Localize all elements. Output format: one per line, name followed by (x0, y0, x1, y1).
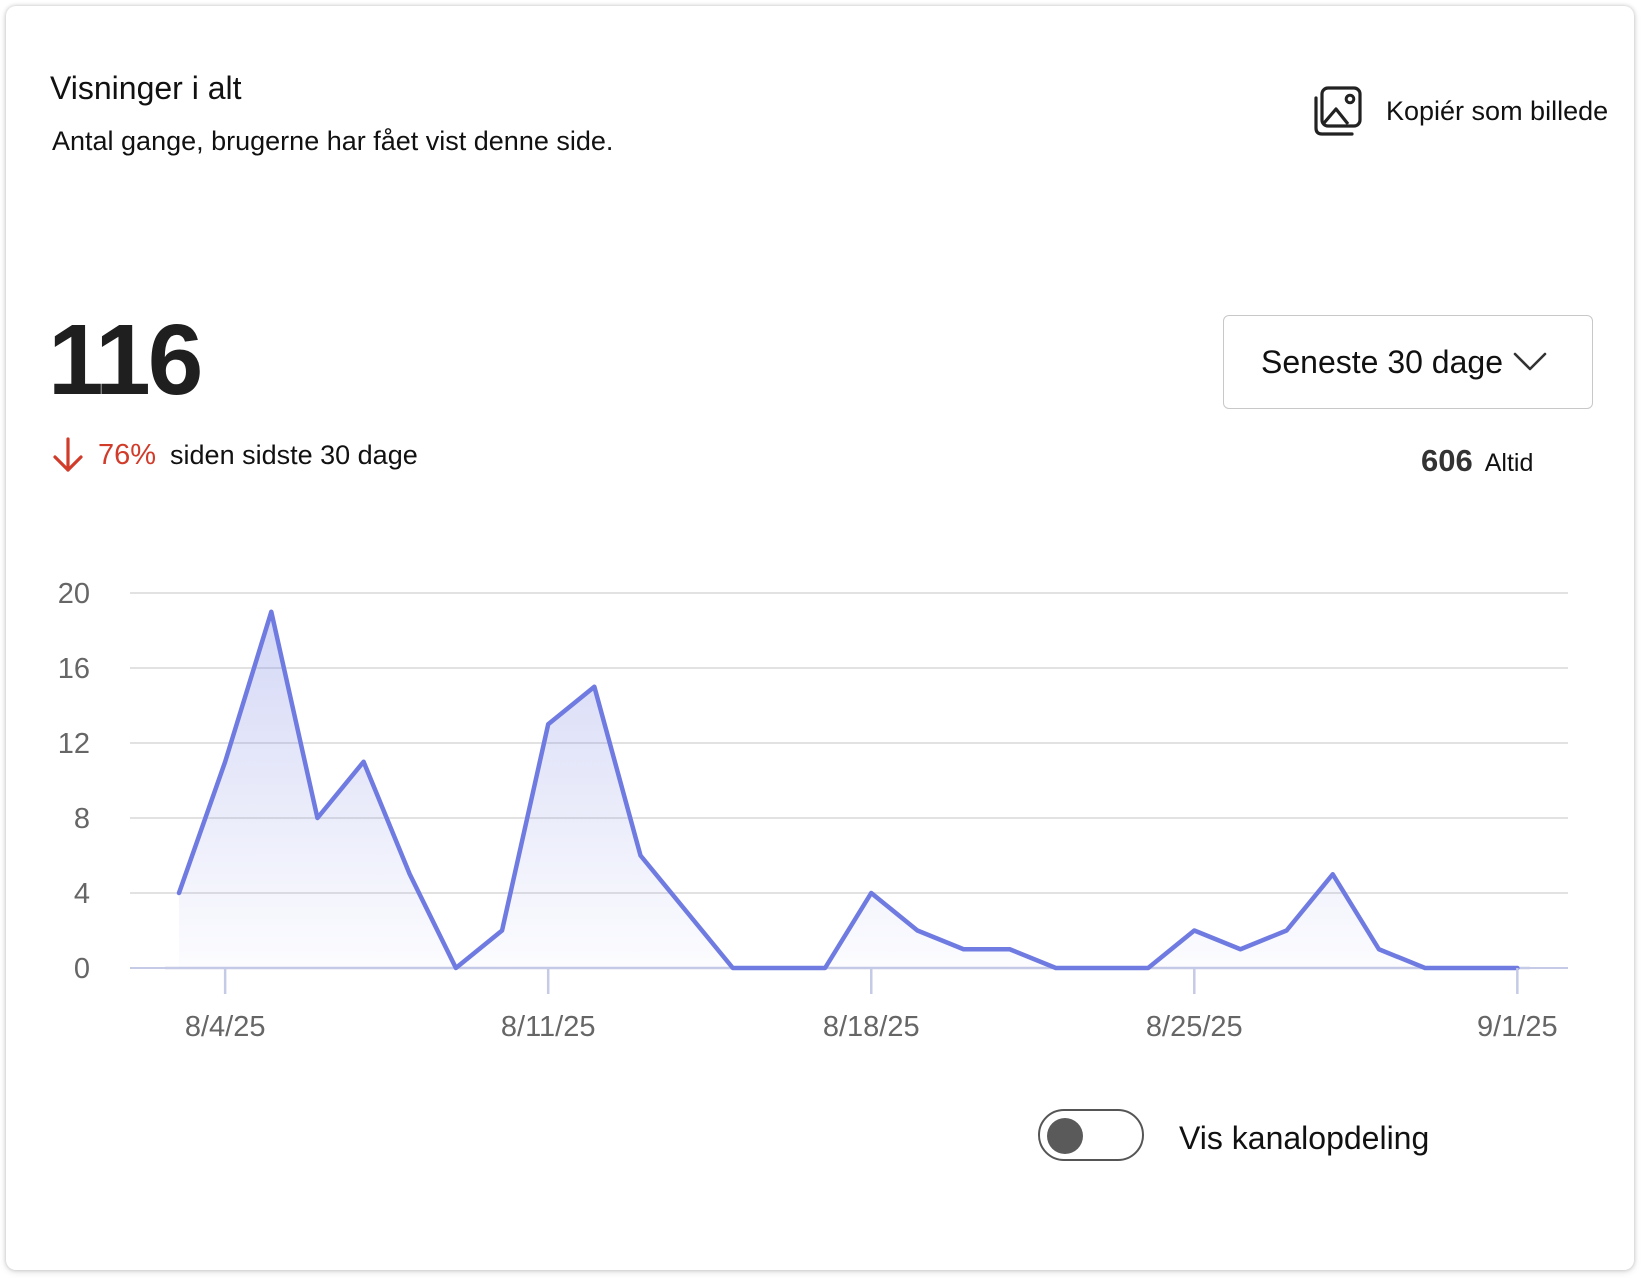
x-tick-label: 9/1/25 (1477, 1011, 1558, 1043)
y-tick-label: 0 (74, 953, 90, 985)
channel-breakdown-label: Vis kanalopdeling (1179, 1120, 1430, 1156)
channel-breakdown-toggle[interactable] (1038, 1109, 1144, 1161)
toggle-knob (1047, 1118, 1083, 1154)
y-tick-label: 4 (74, 878, 90, 910)
x-tick-label: 8/18/25 (823, 1011, 920, 1043)
y-tick-label: 20 (58, 578, 90, 610)
y-tick-label: 16 (58, 653, 90, 685)
views-line-chart: 0 4 8 12 16 20 8/4/25 8/11/25 8/18/25 8/25/25 9/1… (58, 578, 1568, 1043)
x-tick-label: 8/25/25 (1146, 1011, 1243, 1043)
y-tick-label: 12 (58, 728, 90, 760)
y-tick-label: 8 (74, 803, 90, 835)
x-tick-label: 8/11/25 (501, 1011, 596, 1043)
series-area (179, 611, 1518, 968)
x-tick-label: 8/4/25 (185, 1011, 266, 1043)
